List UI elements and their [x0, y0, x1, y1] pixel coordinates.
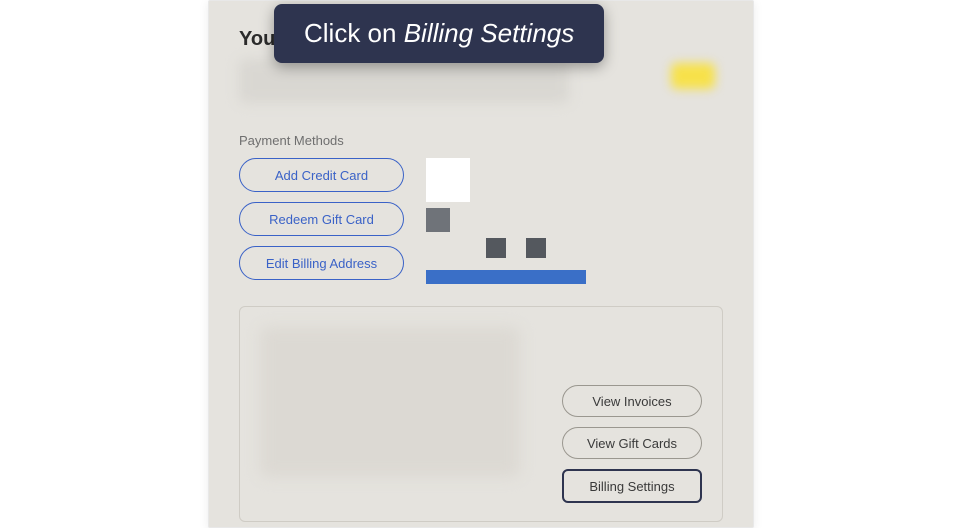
- loading-block-white: [426, 158, 470, 202]
- view-invoices-button[interactable]: View Invoices: [562, 385, 702, 417]
- callout-emphasis: Billing Settings: [404, 18, 575, 48]
- add-credit-card-button[interactable]: Add Credit Card: [239, 158, 404, 192]
- redacted-yellow-badge: [671, 63, 715, 89]
- redacted-billing-block: [260, 327, 520, 477]
- loading-graphic: [426, 158, 626, 288]
- callout-prefix: Click on: [304, 18, 404, 48]
- loading-progress-bar: [426, 270, 586, 284]
- billing-actions-column: View Invoices View Gift Cards Billing Se…: [562, 385, 702, 503]
- billing-settings-button[interactable]: Billing Settings: [562, 469, 702, 503]
- loading-block-gray-1: [426, 208, 450, 232]
- redacted-heading-strip: [239, 59, 569, 103]
- stage: You Payment Methods Add Credit Card Rede…: [0, 0, 960, 528]
- payment-buttons-column: Add Credit Card Redeem Gift Card Edit Bi…: [239, 158, 404, 280]
- billing-panel: View Invoices View Gift Cards Billing Se…: [239, 306, 723, 522]
- view-gift-cards-button[interactable]: View Gift Cards: [562, 427, 702, 459]
- edit-billing-address-button[interactable]: Edit Billing Address: [239, 246, 404, 280]
- loading-block-gray-2: [486, 238, 506, 258]
- heading-prefix: You: [239, 28, 275, 51]
- payment-methods-label: Payment Methods: [239, 133, 723, 148]
- loading-block-gray-3: [526, 238, 546, 258]
- instruction-callout: Click on Billing Settings: [274, 4, 604, 63]
- settings-card: You Payment Methods Add Credit Card Rede…: [208, 0, 754, 528]
- payment-methods-row: Add Credit Card Redeem Gift Card Edit Bi…: [239, 158, 723, 288]
- redeem-gift-card-button[interactable]: Redeem Gift Card: [239, 202, 404, 236]
